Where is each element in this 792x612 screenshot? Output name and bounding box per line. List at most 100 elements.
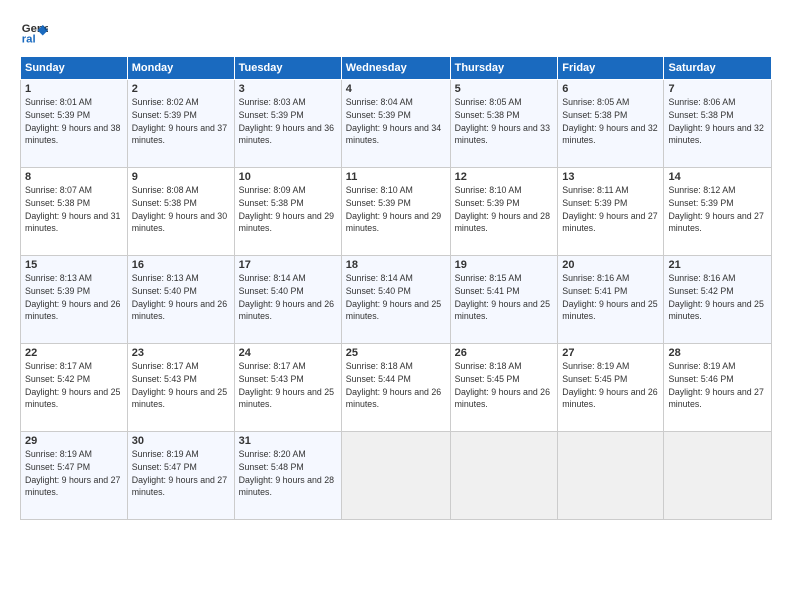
logo: Gene ral (20, 18, 52, 46)
calendar-cell: 28 Sunrise: 8:19 AMSunset: 5:46 PMDaylig… (664, 344, 772, 432)
day-info: Sunrise: 8:11 AMSunset: 5:39 PMDaylight:… (562, 184, 659, 235)
day-number: 13 (562, 171, 659, 183)
day-number: 17 (239, 259, 337, 271)
day-info: Sunrise: 8:18 AMSunset: 5:44 PMDaylight:… (346, 360, 446, 411)
day-info: Sunrise: 8:12 AMSunset: 5:39 PMDaylight:… (668, 184, 767, 235)
calendar-cell: 9 Sunrise: 8:08 AMSunset: 5:38 PMDayligh… (127, 168, 234, 256)
day-number: 21 (668, 259, 767, 271)
day-info: Sunrise: 8:16 AMSunset: 5:41 PMDaylight:… (562, 272, 659, 323)
calendar-cell: 14 Sunrise: 8:12 AMSunset: 5:39 PMDaylig… (664, 168, 772, 256)
calendar-header-wednesday: Wednesday (341, 57, 450, 80)
page-header: Gene ral (20, 18, 772, 46)
day-info: Sunrise: 8:20 AMSunset: 5:48 PMDaylight:… (239, 448, 337, 499)
calendar-header-row: SundayMondayTuesdayWednesdayThursdayFrid… (21, 57, 772, 80)
day-number: 9 (132, 171, 230, 183)
day-number: 8 (25, 171, 123, 183)
day-number: 19 (455, 259, 554, 271)
day-info: Sunrise: 8:13 AMSunset: 5:39 PMDaylight:… (25, 272, 123, 323)
day-number: 22 (25, 347, 123, 359)
calendar-cell: 20 Sunrise: 8:16 AMSunset: 5:41 PMDaylig… (558, 256, 664, 344)
day-number: 11 (346, 171, 446, 183)
day-number: 4 (346, 83, 446, 95)
calendar-cell: 29 Sunrise: 8:19 AMSunset: 5:47 PMDaylig… (21, 432, 128, 520)
day-number: 2 (132, 83, 230, 95)
day-number: 7 (668, 83, 767, 95)
day-number: 20 (562, 259, 659, 271)
calendar-cell: 8 Sunrise: 8:07 AMSunset: 5:38 PMDayligh… (21, 168, 128, 256)
day-number: 5 (455, 83, 554, 95)
day-info: Sunrise: 8:17 AMSunset: 5:43 PMDaylight:… (132, 360, 230, 411)
calendar-week-row: 29 Sunrise: 8:19 AMSunset: 5:47 PMDaylig… (21, 432, 772, 520)
day-info: Sunrise: 8:14 AMSunset: 5:40 PMDaylight:… (346, 272, 446, 323)
day-number: 3 (239, 83, 337, 95)
calendar-cell: 30 Sunrise: 8:19 AMSunset: 5:47 PMDaylig… (127, 432, 234, 520)
day-info: Sunrise: 8:05 AMSunset: 5:38 PMDaylight:… (562, 96, 659, 147)
calendar-cell: 13 Sunrise: 8:11 AMSunset: 5:39 PMDaylig… (558, 168, 664, 256)
day-info: Sunrise: 8:07 AMSunset: 5:38 PMDaylight:… (25, 184, 123, 235)
day-info: Sunrise: 8:19 AMSunset: 5:46 PMDaylight:… (668, 360, 767, 411)
day-info: Sunrise: 8:02 AMSunset: 5:39 PMDaylight:… (132, 96, 230, 147)
day-number: 26 (455, 347, 554, 359)
svg-text:ral: ral (22, 34, 36, 46)
day-info: Sunrise: 8:08 AMSunset: 5:38 PMDaylight:… (132, 184, 230, 235)
day-number: 25 (346, 347, 446, 359)
day-info: Sunrise: 8:10 AMSunset: 5:39 PMDaylight:… (346, 184, 446, 235)
calendar-cell: 11 Sunrise: 8:10 AMSunset: 5:39 PMDaylig… (341, 168, 450, 256)
calendar-cell (450, 432, 558, 520)
calendar-cell (341, 432, 450, 520)
calendar-cell: 1 Sunrise: 8:01 AMSunset: 5:39 PMDayligh… (21, 80, 128, 168)
calendar-header-tuesday: Tuesday (234, 57, 341, 80)
calendar-week-row: 1 Sunrise: 8:01 AMSunset: 5:39 PMDayligh… (21, 80, 772, 168)
calendar-cell: 12 Sunrise: 8:10 AMSunset: 5:39 PMDaylig… (450, 168, 558, 256)
day-info: Sunrise: 8:18 AMSunset: 5:45 PMDaylight:… (455, 360, 554, 411)
day-info: Sunrise: 8:14 AMSunset: 5:40 PMDaylight:… (239, 272, 337, 323)
day-number: 23 (132, 347, 230, 359)
calendar-cell: 3 Sunrise: 8:03 AMSunset: 5:39 PMDayligh… (234, 80, 341, 168)
calendar-header-sunday: Sunday (21, 57, 128, 80)
calendar-cell: 16 Sunrise: 8:13 AMSunset: 5:40 PMDaylig… (127, 256, 234, 344)
calendar-cell: 18 Sunrise: 8:14 AMSunset: 5:40 PMDaylig… (341, 256, 450, 344)
calendar-cell: 10 Sunrise: 8:09 AMSunset: 5:38 PMDaylig… (234, 168, 341, 256)
day-number: 30 (132, 435, 230, 447)
calendar-cell: 17 Sunrise: 8:14 AMSunset: 5:40 PMDaylig… (234, 256, 341, 344)
calendar-cell: 4 Sunrise: 8:04 AMSunset: 5:39 PMDayligh… (341, 80, 450, 168)
calendar-cell: 19 Sunrise: 8:15 AMSunset: 5:41 PMDaylig… (450, 256, 558, 344)
logo-icon: Gene ral (20, 18, 48, 46)
calendar-cell: 22 Sunrise: 8:17 AMSunset: 5:42 PMDaylig… (21, 344, 128, 432)
day-number: 6 (562, 83, 659, 95)
day-number: 24 (239, 347, 337, 359)
calendar-cell: 6 Sunrise: 8:05 AMSunset: 5:38 PMDayligh… (558, 80, 664, 168)
day-number: 14 (668, 171, 767, 183)
day-info: Sunrise: 8:13 AMSunset: 5:40 PMDaylight:… (132, 272, 230, 323)
calendar-week-row: 22 Sunrise: 8:17 AMSunset: 5:42 PMDaylig… (21, 344, 772, 432)
day-info: Sunrise: 8:09 AMSunset: 5:38 PMDaylight:… (239, 184, 337, 235)
calendar-cell: 15 Sunrise: 8:13 AMSunset: 5:39 PMDaylig… (21, 256, 128, 344)
calendar-cell: 27 Sunrise: 8:19 AMSunset: 5:45 PMDaylig… (558, 344, 664, 432)
day-number: 27 (562, 347, 659, 359)
calendar-week-row: 8 Sunrise: 8:07 AMSunset: 5:38 PMDayligh… (21, 168, 772, 256)
day-info: Sunrise: 8:05 AMSunset: 5:38 PMDaylight:… (455, 96, 554, 147)
day-info: Sunrise: 8:06 AMSunset: 5:38 PMDaylight:… (668, 96, 767, 147)
day-info: Sunrise: 8:16 AMSunset: 5:42 PMDaylight:… (668, 272, 767, 323)
calendar-cell: 2 Sunrise: 8:02 AMSunset: 5:39 PMDayligh… (127, 80, 234, 168)
day-number: 18 (346, 259, 446, 271)
day-info: Sunrise: 8:01 AMSunset: 5:39 PMDaylight:… (25, 96, 123, 147)
day-info: Sunrise: 8:10 AMSunset: 5:39 PMDaylight:… (455, 184, 554, 235)
day-number: 10 (239, 171, 337, 183)
day-info: Sunrise: 8:15 AMSunset: 5:41 PMDaylight:… (455, 272, 554, 323)
calendar-header-monday: Monday (127, 57, 234, 80)
calendar-cell (664, 432, 772, 520)
calendar-body: 1 Sunrise: 8:01 AMSunset: 5:39 PMDayligh… (21, 80, 772, 520)
calendar-week-row: 15 Sunrise: 8:13 AMSunset: 5:39 PMDaylig… (21, 256, 772, 344)
calendar-header-friday: Friday (558, 57, 664, 80)
calendar-header-thursday: Thursday (450, 57, 558, 80)
day-info: Sunrise: 8:19 AMSunset: 5:45 PMDaylight:… (562, 360, 659, 411)
calendar-cell (558, 432, 664, 520)
day-info: Sunrise: 8:17 AMSunset: 5:42 PMDaylight:… (25, 360, 123, 411)
calendar-cell: 23 Sunrise: 8:17 AMSunset: 5:43 PMDaylig… (127, 344, 234, 432)
calendar-cell: 25 Sunrise: 8:18 AMSunset: 5:44 PMDaylig… (341, 344, 450, 432)
day-number: 28 (668, 347, 767, 359)
day-info: Sunrise: 8:19 AMSunset: 5:47 PMDaylight:… (132, 448, 230, 499)
day-info: Sunrise: 8:04 AMSunset: 5:39 PMDaylight:… (346, 96, 446, 147)
calendar-cell: 26 Sunrise: 8:18 AMSunset: 5:45 PMDaylig… (450, 344, 558, 432)
